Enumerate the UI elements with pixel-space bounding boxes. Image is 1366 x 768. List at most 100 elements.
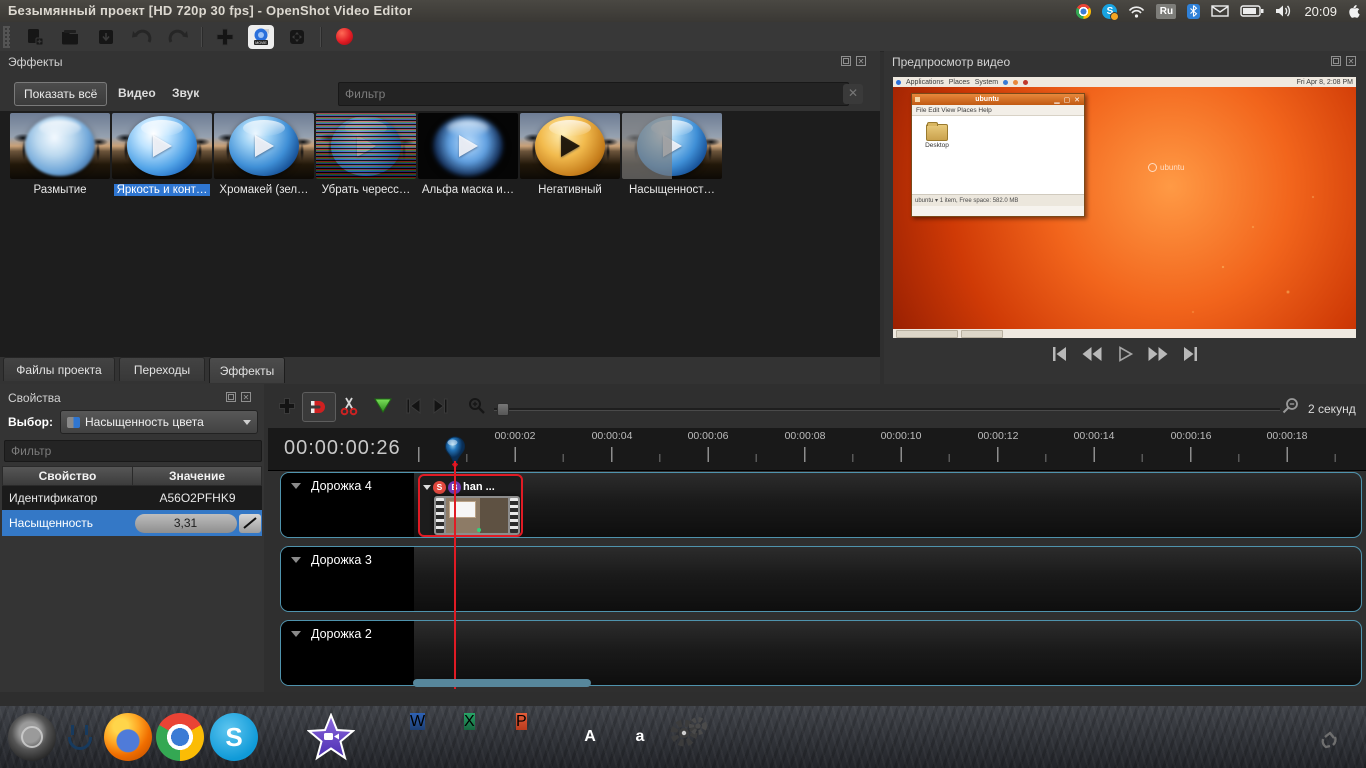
ruler-tick-label: 00:00:08 [771,430,839,442]
value-cell-selected[interactable]: 3,31 [133,510,262,536]
effect-item-blur[interactable]: Размытие [10,113,110,196]
record-icon[interactable] [331,25,357,49]
powerpoint-icon[interactable]: P [516,713,564,761]
column-header-property[interactable]: Свойство [2,466,133,486]
effect-badge-s[interactable]: S [433,481,446,494]
ubuntu-launcher-icon[interactable] [8,713,56,761]
clip-film-thumbnail [434,496,520,535]
tab-project-files[interactable]: Файлы проекта [3,357,115,381]
zoom-slider[interactable] [494,408,1280,410]
skype-tray-icon[interactable]: S [1102,4,1117,19]
close-panel-icon[interactable]: ✕ [1346,56,1356,66]
redo-icon[interactable] [165,25,191,49]
imovie-star-icon[interactable] [307,713,355,761]
properties-filter-input[interactable] [4,440,262,462]
trash-icon[interactable] [1306,713,1354,761]
previous-marker-icon[interactable] [400,393,426,419]
mail-icon[interactable] [1211,5,1229,17]
chevron-down-icon[interactable] [291,483,301,489]
razor-scissors-icon[interactable] [336,393,362,419]
keyboard-layout-indicator[interactable]: Ru [1156,4,1176,19]
apple-icon[interactable] [1348,4,1360,18]
timeline-ruler[interactable]: 00:00:00:26 00:00:02 00:00:04 00:00:06 0… [268,428,1366,471]
timeline-horizontal-scrollbar[interactable] [413,679,591,687]
timeline-clip-selected[interactable]: S B han ... [418,474,523,537]
chevron-down-icon[interactable] [423,485,431,490]
volume-icon[interactable] [1275,4,1293,18]
folder-icon [926,124,948,141]
skype-icon[interactable]: S [210,713,258,761]
zoom-out-icon[interactable] [1278,393,1304,419]
property-cell[interactable]: Идентификатор [2,486,133,510]
import-files-icon[interactable] [212,25,238,49]
video-filter-button[interactable]: Видео [118,86,156,100]
chrome-tray-icon[interactable] [1076,4,1091,19]
fast-forward-button[interactable] [1146,343,1170,365]
main-toolbar: MOVIE [0,22,1366,52]
float-panel-icon[interactable] [1331,56,1341,66]
add-track-icon[interactable] [274,393,300,419]
title-bar: Безымянный проект [HD 720p 30 fps] - Ope… [0,0,1366,23]
excel-icon[interactable]: X [464,713,512,761]
effect-item-saturation[interactable]: Насыщенност… [622,113,722,196]
word-icon[interactable]: W [410,713,458,761]
chevron-down-icon[interactable] [291,631,301,637]
effect-item-deinterlace[interactable]: Убрать чересс… [316,113,416,196]
chrome-icon[interactable] [156,713,204,761]
app-store-icon[interactable]: A [566,713,614,761]
effect-item-alpha-mask[interactable]: Альфа маска и… [418,113,518,196]
effects-filter-input[interactable] [338,82,849,106]
jump-start-button[interactable] [1047,343,1071,365]
save-project-icon[interactable] [93,25,119,49]
bluetooth-icon[interactable] [1187,4,1200,19]
toolbar-grip[interactable] [3,26,10,48]
undo-icon[interactable] [129,25,155,49]
play-button[interactable] [1113,343,1137,365]
zoom-slider-handle[interactable] [497,403,509,416]
video-desktop-taskbar [893,329,1356,338]
rewind-button[interactable] [1080,343,1104,365]
add-marker-icon[interactable] [370,393,396,419]
next-marker-icon[interactable] [428,393,454,419]
amazon-icon[interactable]: a [616,713,664,761]
value-pill[interactable]: 3,31 [135,514,237,533]
system-settings-icon[interactable] [668,713,716,761]
wifi-icon[interactable] [1128,5,1145,18]
audio-filter-button[interactable]: Звук [172,86,199,100]
clear-filter-icon[interactable]: ✕ [843,84,863,104]
keyframe-button[interactable] [239,514,261,533]
effect-mini-icon [67,417,80,428]
new-project-icon[interactable] [21,25,47,49]
effect-item-negative[interactable]: Негативный [520,113,620,196]
track-3[interactable]: Дорожка 3 [280,546,1362,612]
tab-effects[interactable]: Эффекты [209,357,285,383]
effect-item-chromakey[interactable]: Хромакей (зел… [214,113,314,196]
jump-end-button[interactable] [1179,343,1203,365]
firefox-icon[interactable] [104,713,152,761]
track-2[interactable]: Дорожка 2 [280,620,1362,686]
tab-transitions[interactable]: Переходы [119,357,205,381]
open-project-icon[interactable] [57,25,83,49]
fullscreen-icon[interactable] [284,25,310,49]
clock[interactable]: 20:09 [1304,4,1337,19]
battery-icon[interactable] [1240,5,1264,17]
column-header-value[interactable]: Значение [132,466,262,486]
playhead-line[interactable] [454,461,456,689]
value-cell[interactable]: A56O2PFHK9 [133,486,262,510]
float-panel-icon[interactable] [226,392,236,402]
chevron-down-icon[interactable] [291,557,301,563]
effect-thumbnail [10,113,110,179]
property-cell-selected[interactable]: Насыщенность [2,510,133,536]
show-all-button[interactable]: Показать всё [14,82,107,106]
close-panel-icon[interactable]: ✕ [856,56,866,66]
float-panel-icon[interactable] [841,56,851,66]
zoom-in-icon[interactable] [464,393,490,419]
effect-selector-dropdown[interactable]: Насыщенность цвета [60,410,258,434]
eagle-browser-icon[interactable] [358,713,406,761]
preview-video-frame[interactable]: Applications Places System Fri Apr 8, 2:… [893,77,1356,338]
effect-item-brightness[interactable]: Яркость и конт… [112,113,212,196]
video-preview-panel: Предпросмотр видео ✕ Applications Places… [884,51,1366,384]
export-video-icon[interactable]: MOVIE [248,25,274,49]
close-panel-icon[interactable]: ✕ [241,392,251,402]
snapping-magnet-icon[interactable] [302,392,336,422]
